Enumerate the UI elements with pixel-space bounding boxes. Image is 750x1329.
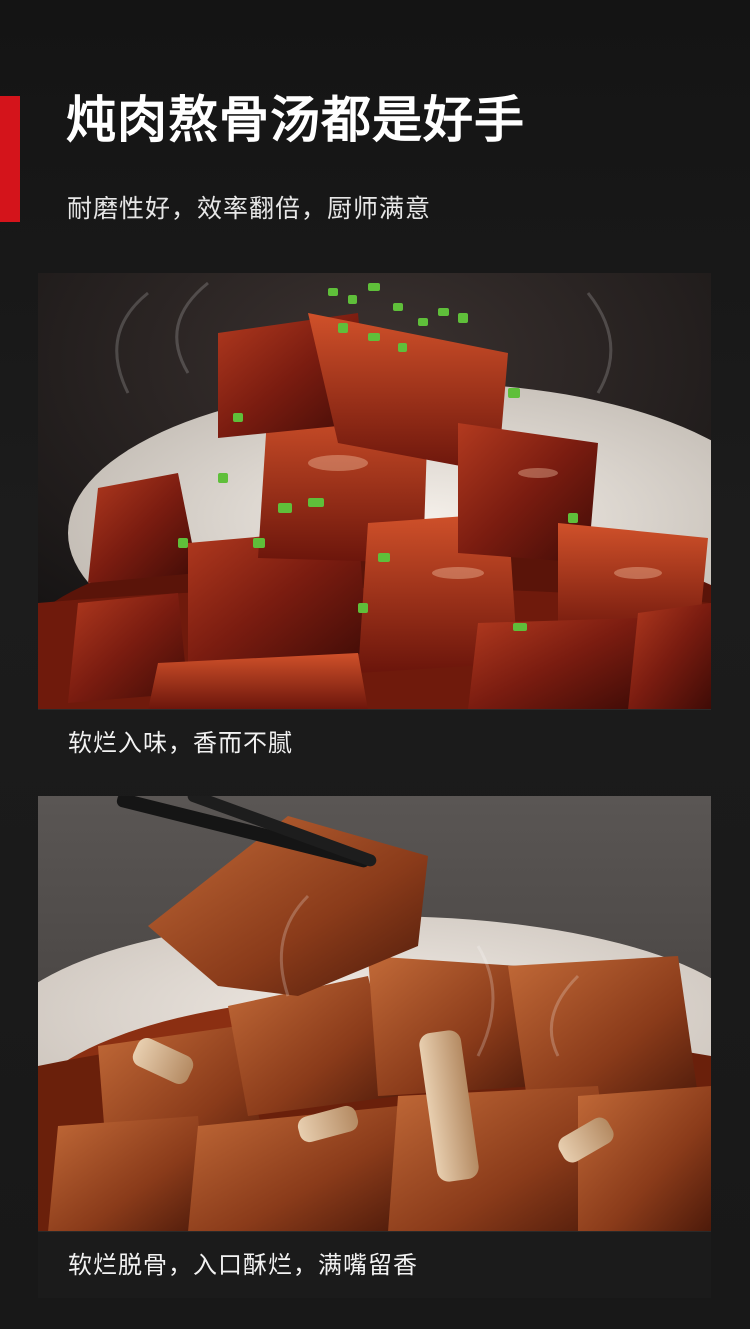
feature-card-spare-ribs: 软烂脱骨，入口酥烂，满嘴留香 [38, 796, 711, 1298]
card-caption: 软烂入味，香而不腻 [68, 729, 293, 757]
accent-bar [0, 96, 20, 222]
braised-spare-ribs-photo [38, 796, 711, 1232]
caption-bar: 软烂入味，香而不腻 [38, 709, 711, 776]
card-caption: 软烂脱骨，入口酥烂，满嘴留香 [68, 1251, 418, 1279]
braised-pork-belly-photo [38, 273, 711, 710]
page-title: 炖肉熬骨汤都是好手 [66, 91, 525, 149]
feature-card-pork-belly: 软烂入味，香而不腻 [38, 273, 711, 776]
page-subtitle: 耐磨性好，效率翻倍，厨师满意 [67, 194, 432, 223]
caption-bar: 软烂脱骨，入口酥烂，满嘴留香 [38, 1231, 711, 1298]
